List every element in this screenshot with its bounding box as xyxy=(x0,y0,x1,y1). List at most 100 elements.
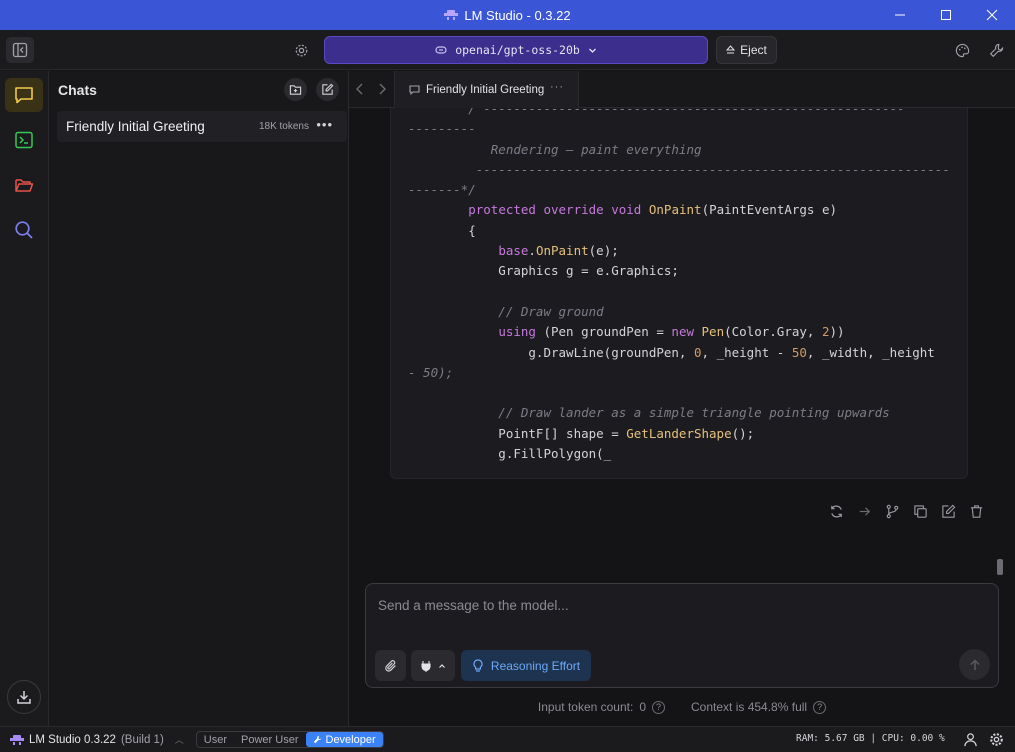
close-button[interactable] xyxy=(969,0,1015,30)
folder-icon xyxy=(15,179,34,192)
chat-item-title: Friendly Initial Greeting xyxy=(66,119,205,134)
conversation-area: / --------------------------------------… xyxy=(349,108,1015,726)
model-selector[interactable]: openai/gpt-oss-20b xyxy=(324,36,708,64)
code-line: - 50); xyxy=(408,364,454,380)
search-icon xyxy=(15,221,33,239)
edit-message-button[interactable] xyxy=(939,502,957,520)
message-input[interactable] xyxy=(378,598,978,613)
app-settings-button[interactable] xyxy=(984,38,1008,62)
mode-developer-label: Developer xyxy=(325,733,376,746)
tab-bar: Friendly Initial Greeting ··· xyxy=(349,71,1015,108)
attach-button[interactable] xyxy=(375,650,406,681)
wrench-icon xyxy=(989,43,1003,57)
input-token-value: 0 xyxy=(639,700,647,714)
folder-plus-icon xyxy=(289,85,302,95)
edit-icon xyxy=(941,504,955,518)
arrow-right-icon xyxy=(859,506,870,516)
tab-chat[interactable]: Friendly Initial Greeting ··· xyxy=(394,71,579,108)
app-version[interactable]: LM Studio 0.3.22 (Build 1) ︿ xyxy=(0,733,184,746)
code-line: base.OnPaint(e); xyxy=(498,243,619,259)
nav-discover-button[interactable] xyxy=(5,213,43,247)
chat-list-item[interactable]: Friendly Initial Greeting 18K tokens ••• xyxy=(57,111,347,142)
tab-back-button[interactable] xyxy=(351,80,369,98)
code-line: Graphics g = e.Graphics; xyxy=(408,263,679,279)
help-icon[interactable]: ? xyxy=(652,700,666,714)
sidebar-toggle-icon xyxy=(12,42,28,58)
lmstudio-logo-icon xyxy=(444,10,459,20)
refresh-icon xyxy=(830,504,842,518)
chevron-down-icon xyxy=(588,48,596,53)
maximize-button[interactable] xyxy=(923,0,969,30)
branch-button[interactable] xyxy=(883,502,901,520)
chevron-up-icon xyxy=(439,663,445,668)
palette-icon xyxy=(955,43,969,57)
new-chat-button[interactable] xyxy=(316,78,339,101)
reasoning-effort-button[interactable]: Reasoning Effort xyxy=(461,650,591,681)
window-title: LM Studio - 0.3.22 xyxy=(464,7,571,23)
code-line: // Draw lander as a simple triangle poin… xyxy=(408,405,890,421)
chat-tab-icon xyxy=(409,84,420,95)
title-bar: LM Studio - 0.3.22 xyxy=(0,0,1015,30)
code-line: protected override void OnPaint(PaintEve… xyxy=(468,202,838,218)
lightbulb-icon xyxy=(473,658,483,672)
tab-forward-button[interactable] xyxy=(373,80,391,98)
message-actions xyxy=(827,502,985,520)
wrench-icon xyxy=(313,735,321,744)
regenerate-button[interactable] xyxy=(827,502,845,520)
eject-icon xyxy=(726,45,736,54)
code-line: // Draw ground xyxy=(408,303,604,319)
chats-title: Chats xyxy=(58,81,97,98)
theme-button[interactable] xyxy=(950,38,974,62)
top-toolbar: openai/gpt-oss-20b Eject xyxy=(0,30,1015,70)
nav-models-button[interactable] xyxy=(5,168,43,202)
model-name: openai/gpt-oss-20b xyxy=(455,43,580,57)
code-line: --------- xyxy=(408,121,476,137)
mode-developer[interactable]: Developer xyxy=(305,732,383,747)
send-button[interactable] xyxy=(959,649,990,680)
downloads-button[interactable] xyxy=(7,680,41,714)
delete-button[interactable] xyxy=(967,502,985,520)
chevron-left-icon xyxy=(356,83,363,95)
code-line: { xyxy=(408,222,476,238)
left-nav-rail xyxy=(0,71,49,726)
code-line: / --------------------------------------… xyxy=(408,108,905,116)
chat-item-menu-button[interactable]: ••• xyxy=(316,117,333,132)
code-line: g.DrawLine(groundPen, 0, _height - 50, _… xyxy=(408,344,935,360)
mode-user[interactable]: User xyxy=(197,732,234,747)
context-usage-label: Context is 454.8% full xyxy=(691,700,808,714)
edit-icon xyxy=(322,83,334,95)
model-settings-button[interactable] xyxy=(288,38,314,62)
status-bar: LM Studio 0.3.22 (Build 1) ︿ User Power … xyxy=(0,726,1015,752)
minimize-icon xyxy=(895,14,905,16)
nav-chat-button[interactable] xyxy=(5,78,43,112)
mode-power-user[interactable]: Power User xyxy=(234,732,305,747)
copy-button[interactable] xyxy=(911,502,929,520)
minimize-button[interactable] xyxy=(877,0,923,30)
code-line: g.FillPolygon(_ xyxy=(408,446,612,462)
nav-developer-button[interactable] xyxy=(5,123,43,157)
continue-button[interactable] xyxy=(855,502,873,520)
scrollbar-thumb[interactable] xyxy=(997,559,1003,575)
eject-button[interactable]: Eject xyxy=(716,36,777,64)
download-icon xyxy=(17,691,31,704)
paperclip-icon xyxy=(384,659,396,672)
chevron-up-icon: ︿ xyxy=(174,735,184,745)
help-icon[interactable]: ? xyxy=(813,700,827,714)
sidebar-toggle-button[interactable] xyxy=(6,37,34,63)
token-info: Input token count: 0 ? Context is 454.8%… xyxy=(349,700,1015,714)
system-stats: RAM: 5.67 GB | CPU: 0.00 % xyxy=(796,733,945,744)
code-line: PointF[] shape = GetLanderShape(); xyxy=(408,425,755,441)
gear-icon[interactable] xyxy=(989,732,1004,747)
chats-panel: Chats Friendly Initial Greeting 18K toke… xyxy=(49,71,349,726)
new-folder-button[interactable] xyxy=(284,78,307,101)
maximize-icon xyxy=(941,10,951,20)
code-line: -------*/ xyxy=(408,182,476,198)
app-name: LM Studio 0.3.22 xyxy=(29,733,116,746)
user-icon[interactable] xyxy=(963,732,978,747)
plug-icon xyxy=(421,660,431,672)
code-line: ----------------------------------------… xyxy=(408,161,950,177)
tab-menu-button[interactable]: ··· xyxy=(550,81,564,93)
plugins-button[interactable] xyxy=(411,650,455,681)
